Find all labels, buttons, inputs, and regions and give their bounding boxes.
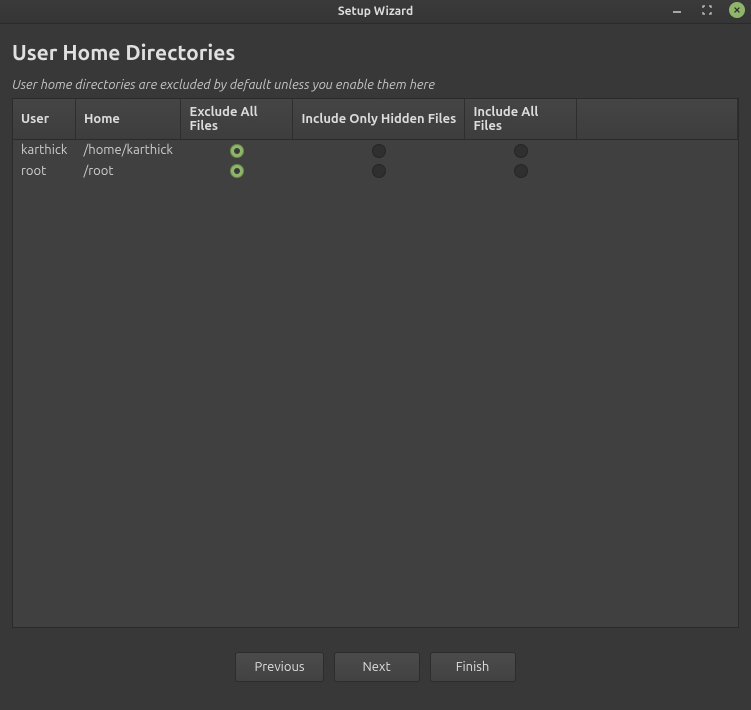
next-button[interactable]: Next (334, 652, 420, 682)
minimize-button[interactable] (669, 2, 685, 18)
radio-exclude[interactable] (230, 144, 244, 158)
header-exclude-all[interactable]: Exclude All Files (181, 99, 293, 140)
cell-radio-hidden (293, 140, 465, 161)
radio-include[interactable] (514, 144, 528, 158)
cell-radio-hidden (293, 161, 465, 182)
window-controls (669, 2, 745, 18)
cell-spacer (577, 161, 738, 182)
cell-radio-include (465, 161, 577, 182)
radio-hidden[interactable] (372, 164, 386, 178)
window-title: Setup Wizard (338, 5, 413, 18)
cell-user: karthick (13, 140, 75, 161)
close-button[interactable] (729, 2, 745, 18)
users-table-container: User Home Exclude All Files Include Only… (12, 98, 739, 628)
cell-radio-exclude (181, 140, 293, 161)
radio-include[interactable] (514, 164, 528, 178)
radio-exclude[interactable] (230, 164, 244, 178)
cell-user: root (13, 161, 75, 182)
header-home[interactable]: Home (75, 99, 181, 140)
header-include-all[interactable]: Include All Files (465, 99, 577, 140)
cell-radio-exclude (181, 161, 293, 182)
wizard-button-bar: Previous Next Finish (12, 652, 739, 682)
table-row: karthick/home/karthick (13, 140, 738, 161)
table-row: root/root (13, 161, 738, 182)
radio-hidden[interactable] (372, 144, 386, 158)
header-user[interactable]: User (13, 99, 75, 140)
previous-button[interactable]: Previous (235, 652, 323, 682)
cell-spacer (577, 140, 738, 161)
page-title: User Home Directories (12, 40, 739, 64)
maximize-button[interactable] (699, 2, 715, 18)
finish-button[interactable]: Finish (430, 652, 516, 682)
cell-home: /home/karthick (75, 140, 181, 161)
cell-home: /root (75, 161, 181, 182)
page-description: User home directories are excluded by de… (12, 78, 739, 92)
header-include-hidden[interactable]: Include Only Hidden Files (293, 99, 465, 140)
users-table: User Home Exclude All Files Include Only… (13, 99, 738, 181)
header-spacer (577, 99, 738, 140)
cell-radio-include (465, 140, 577, 161)
titlebar: Setup Wizard (0, 0, 751, 24)
wizard-content: User Home Directories User home director… (0, 24, 751, 692)
